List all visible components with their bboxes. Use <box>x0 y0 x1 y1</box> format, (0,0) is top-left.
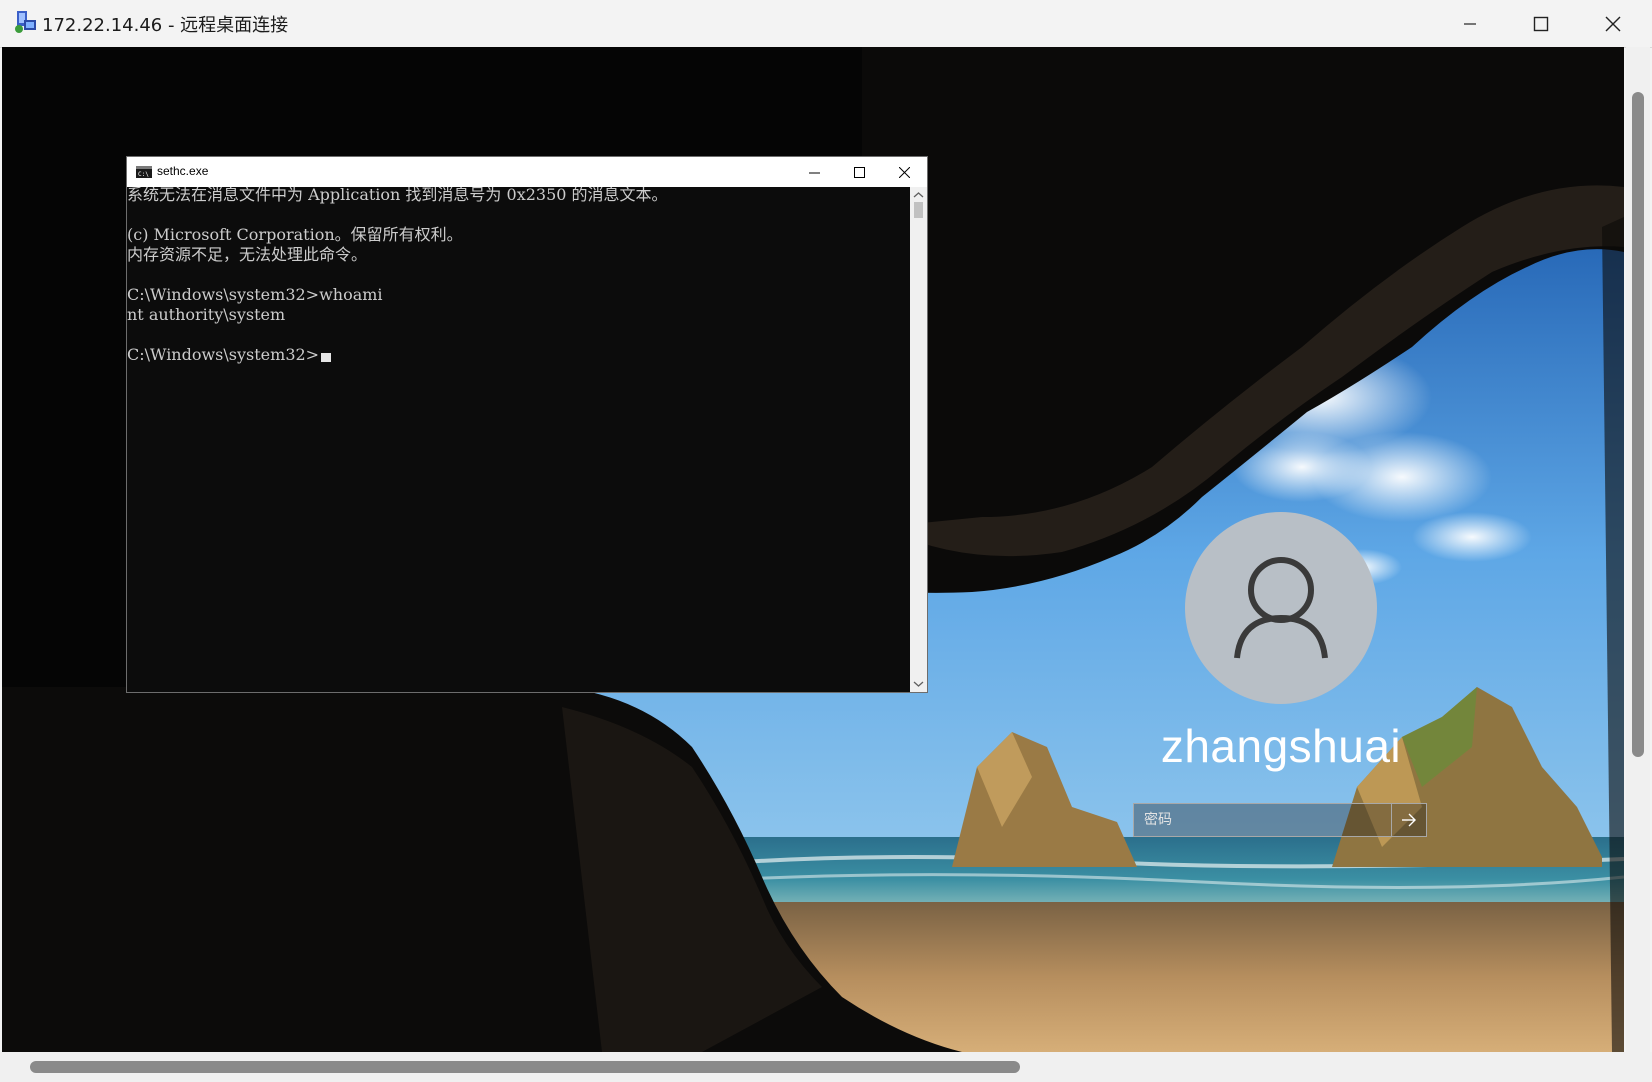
user-avatar-icon <box>1234 557 1328 659</box>
minimize-icon <box>1464 22 1476 25</box>
console-prompt: C:\Windows\system32> <box>127 345 320 364</box>
minimize-icon <box>809 172 820 173</box>
text-cursor <box>321 353 332 362</box>
cmd-title: sethc.exe <box>157 164 209 178</box>
arrow-right-icon <box>1402 813 1416 827</box>
horizontal-scroll-thumb[interactable] <box>30 1061 1020 1073</box>
console-icon: C:\ <box>136 166 152 178</box>
cmd-console-output[interactable]: 系统无法在消息文件中为 Application 找到消息号为 0x2350 的消… <box>127 187 910 692</box>
cmd-scroll-thumb[interactable] <box>914 202 923 218</box>
svg-text:C:\: C:\ <box>138 171 149 178</box>
close-icon <box>1605 16 1621 31</box>
console-line: C:\Windows\system32>whoami <box>127 285 383 304</box>
console-line: (c) Microsoft Corporation。保留所有权利。 <box>127 225 463 244</box>
sign-in-button[interactable] <box>1391 804 1426 836</box>
cmd-titlebar[interactable]: C:\ sethc.exe <box>127 157 927 187</box>
password-input[interactable] <box>1134 804 1392 836</box>
password-box <box>1133 803 1427 837</box>
maximize-button[interactable] <box>1506 0 1576 47</box>
window-title: 172.22.14.46 - 远程桌面连接 <box>42 15 289 36</box>
rdp-titlebar: 172.22.14.46 - 远程桌面连接 <box>0 0 1652 48</box>
console-line: nt authority\system <box>127 305 286 324</box>
cmd-close-button[interactable] <box>882 157 927 187</box>
user-avatar <box>1185 512 1377 704</box>
lockscreen-username: zhangshuai <box>1160 720 1402 772</box>
maximize-icon <box>854 166 865 178</box>
scroll-up-icon[interactable] <box>910 189 927 201</box>
cmd-minimize-button[interactable] <box>792 157 837 187</box>
scroll-down-icon[interactable] <box>910 678 927 690</box>
console-line: 内存资源不足，无法处理此命令。 <box>127 245 368 264</box>
cmd-maximize-button[interactable] <box>837 157 882 187</box>
maximize-icon <box>1533 16 1549 31</box>
cmd-scrollbar[interactable] <box>910 187 927 692</box>
cmd-window[interactable]: C:\ sethc.exe 系统无法在消息文件中为 Application 找到… <box>126 156 928 693</box>
remote-desktop-icon <box>15 11 36 33</box>
console-prompt-line[interactable]: C:\Windows\system32> <box>127 345 910 365</box>
close-button[interactable] <box>1578 0 1648 47</box>
console-line: 系统无法在消息文件中为 Application 找到消息号为 0x2350 的消… <box>127 187 668 204</box>
close-icon <box>899 166 910 178</box>
vertical-scroll-thumb[interactable] <box>1632 92 1644 757</box>
minimize-button[interactable] <box>1435 0 1505 47</box>
